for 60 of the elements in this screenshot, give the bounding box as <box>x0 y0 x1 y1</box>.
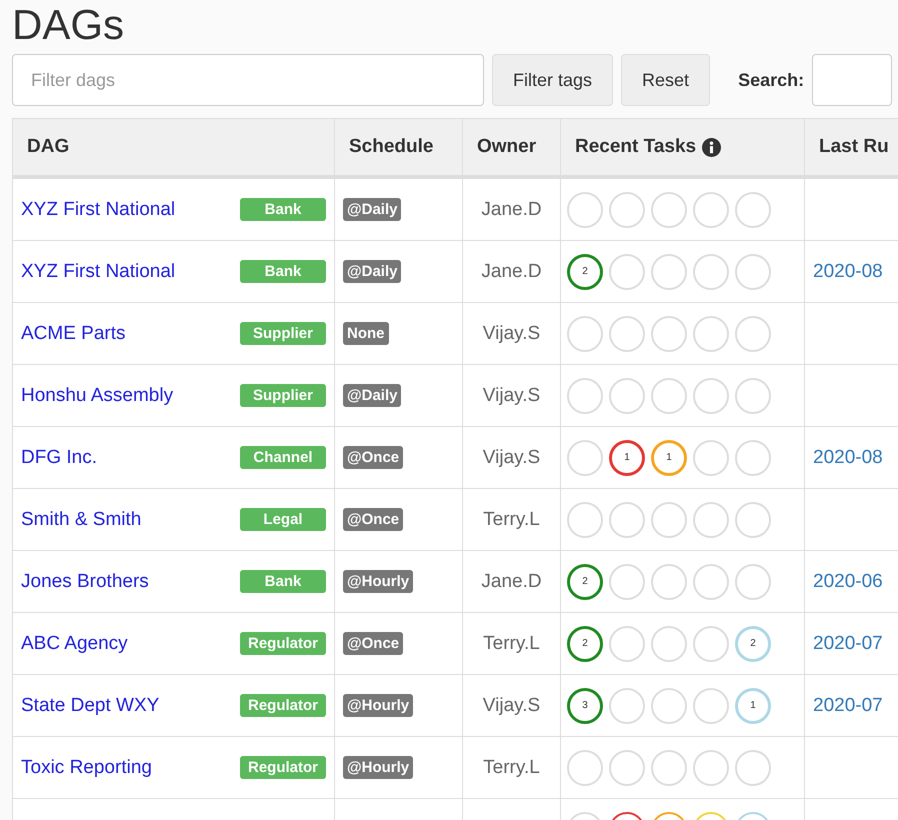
tag-label: Regulator <box>240 632 326 655</box>
tag-label: Bank <box>240 570 326 593</box>
task-status-circle[interactable]: 1 <box>735 688 771 724</box>
info-icon <box>702 138 722 156</box>
owner-text: Terry.L <box>483 756 540 778</box>
task-status-circle[interactable]: 2 <box>567 564 603 600</box>
dag-link[interactable]: XYZ First National <box>21 260 176 282</box>
page-title: DAGs <box>12 0 126 50</box>
column-header[interactable]: Schedule <box>334 118 462 177</box>
dag-link[interactable]: Smith & Smith <box>21 508 142 530</box>
schedule-label: @Hourly <box>343 694 414 717</box>
filter-field[interactable]: Filter dags <box>12 54 484 106</box>
owner-text: Terry.L <box>483 508 540 530</box>
dag-link[interactable]: Toxic Reporting <box>21 756 152 778</box>
column-header[interactable]: Owner <box>462 118 560 177</box>
tag-label: Regulator <box>240 756 326 779</box>
dag-link[interactable]: State Dept WXY <box>21 694 160 716</box>
dag-link[interactable]: ABC Agency <box>21 632 128 654</box>
tag-label: Bank <box>240 260 326 283</box>
search-label: Search: <box>738 70 804 90</box>
dag-link[interactable]: DFG Inc. <box>21 446 98 468</box>
dag-link[interactable]: Honshu Assembly <box>21 384 174 406</box>
tag-label: Supplier <box>240 322 326 345</box>
dag-link[interactable]: Jones Brothers <box>21 570 149 592</box>
schedule-label: None <box>343 322 388 345</box>
schedule-label: @Once <box>343 632 404 655</box>
tag-label: Channel <box>240 446 326 469</box>
column-header[interactable]: DAG <box>12 118 334 177</box>
tag-label: Supplier <box>240 384 326 407</box>
owner-text: Vijay.S <box>482 384 540 406</box>
task-status-circle[interactable]: 1 <box>651 440 687 476</box>
owner-text: Terry.L <box>483 632 540 654</box>
task-status-circle[interactable]: 2 <box>567 626 603 662</box>
schedule-label: @Daily <box>343 260 402 283</box>
column-header[interactable]: Last Ru <box>804 118 898 177</box>
filter-button[interactable]: Reset <box>621 54 710 106</box>
tag-label: Regulator <box>240 694 326 717</box>
column-header[interactable]: Recent Tasks <box>560 118 804 177</box>
schedule-label: @Once <box>343 446 404 469</box>
filter-button[interactable]: Filter tags <box>492 54 614 106</box>
task-status-circle[interactable]: 3 <box>567 688 603 724</box>
schedule-label: @Hourly <box>343 756 414 779</box>
dag-link[interactable]: ACME Parts <box>21 322 126 344</box>
schedule-label: @Daily <box>343 198 402 221</box>
owner-text: Jane.D <box>481 570 542 592</box>
dag-link[interactable]: XYZ First National <box>21 198 176 220</box>
schedule-label: @Daily <box>343 384 402 407</box>
task-status-circle[interactable]: 1 <box>609 440 645 476</box>
owner-text: Jane.D <box>481 260 542 282</box>
owner-text: Jane.D <box>481 198 542 220</box>
task-status-circle[interactable]: 2 <box>567 254 603 290</box>
tag-label: Legal <box>240 508 326 531</box>
search-field[interactable] <box>812 54 892 106</box>
owner-text: Vijay.S <box>482 322 540 344</box>
owner-text: Vijay.S <box>482 694 540 716</box>
owner-text: Vijay.S <box>482 446 540 468</box>
schedule-label: @Once <box>343 508 404 531</box>
tag-label: Bank <box>240 198 326 221</box>
task-status-circle[interactable]: 2 <box>735 626 771 662</box>
schedule-label: @Hourly <box>343 570 414 593</box>
